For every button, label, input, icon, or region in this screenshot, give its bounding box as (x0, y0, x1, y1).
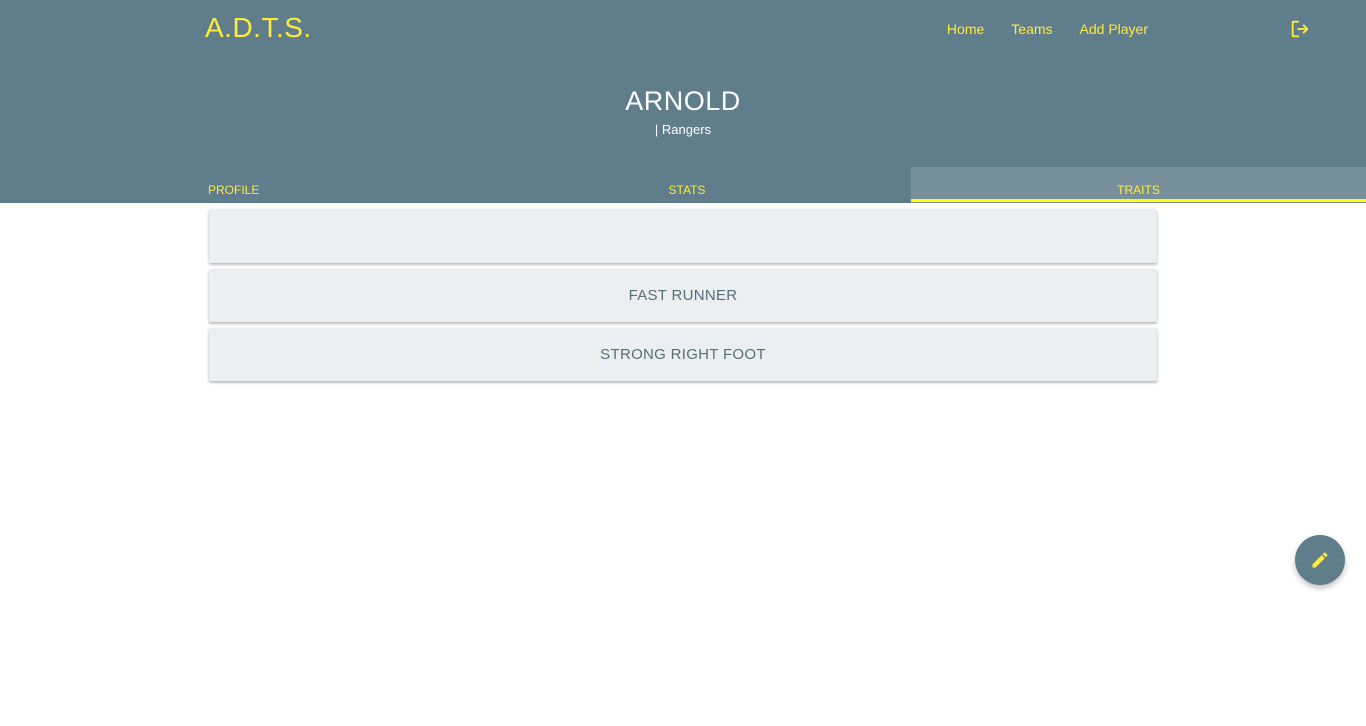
nav-link-teams[interactable]: Teams (1011, 20, 1052, 38)
tab-stats-label: STATS (668, 183, 706, 197)
player-name: ARNOLD (625, 86, 741, 116)
trait-card[interactable]: STRONG RIGHT FOOT (209, 328, 1157, 381)
tab-stats[interactable]: STATS (455, 167, 911, 203)
pencil-icon (1312, 552, 1328, 568)
nav-link-home[interactable]: Home (947, 20, 984, 38)
player-team: | Rangers (654, 122, 712, 137)
trait-card[interactable] (209, 209, 1157, 263)
tab-profile[interactable]: PROFILE (0, 167, 455, 203)
active-tab-indicator (911, 199, 1366, 202)
nav-link-add-player[interactable]: Add Player (1080, 20, 1148, 38)
brand-logo[interactable]: A.D.T.S. (205, 12, 312, 44)
header: A.D.T.S. Home Teams Add Player ARNOLD | … (0, 0, 1366, 203)
trait-card[interactable]: FAST RUNNER (209, 269, 1157, 322)
logout-icon[interactable] (1289, 18, 1311, 40)
tab-profile-label: PROFILE (208, 183, 260, 197)
tab-traits-label: TRAITS (1117, 183, 1160, 197)
traits-list: FAST RUNNER STRONG RIGHT FOOT (209, 209, 1157, 387)
edit-fab-button[interactable] (1295, 535, 1345, 585)
tab-bar: PROFILE STATS TRAITS (0, 167, 1366, 203)
tab-traits[interactable]: TRAITS (911, 167, 1366, 203)
top-nav: Home Teams Add Player (947, 20, 1148, 38)
